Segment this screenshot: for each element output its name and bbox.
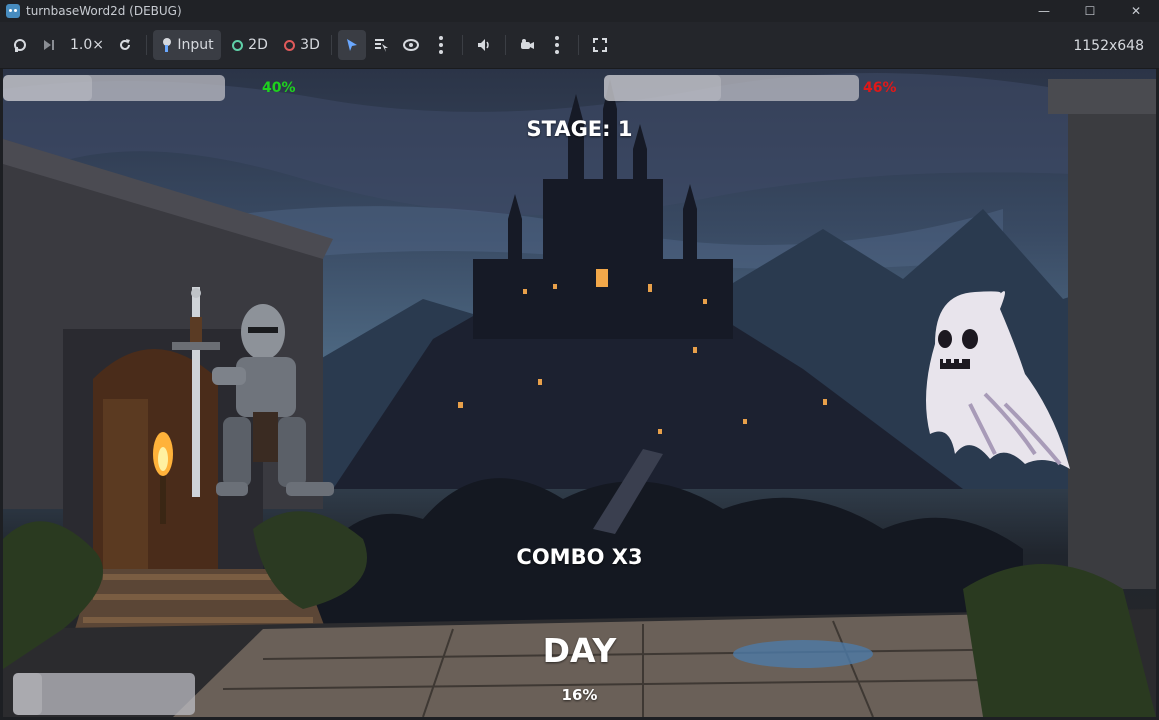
toolbar-separator	[331, 35, 332, 55]
kebab-menu-icon	[555, 36, 559, 54]
maximize-button[interactable]: ☐	[1067, 0, 1113, 22]
toolbar-separator	[578, 35, 579, 55]
kebab-menu-icon	[439, 36, 443, 54]
step-frame-button[interactable]	[34, 30, 64, 60]
window-title: turnbaseWord2d (DEBUG)	[26, 4, 182, 18]
mode-2d-icon	[232, 39, 244, 51]
step-frame-icon	[44, 40, 54, 50]
toolbar-separator	[462, 35, 463, 55]
combo-label: COMBO X3	[516, 545, 643, 569]
resolution-label: 1152x648	[1073, 37, 1144, 54]
mode-3d-label: 3D	[300, 37, 320, 53]
stage-label: STAGE: 1	[526, 117, 633, 141]
fullscreen-icon	[593, 38, 607, 52]
camera-icon	[521, 39, 534, 49]
enemy-health-bar	[604, 75, 859, 101]
knight-player-sprite	[172, 287, 334, 497]
reset-speed-icon	[120, 39, 130, 50]
remote-debug-icon	[14, 39, 26, 52]
minimize-button[interactable]: —	[1021, 0, 1067, 22]
select-tool-button[interactable]	[338, 30, 366, 60]
remote-debug-button[interactable]	[6, 30, 34, 60]
enemy-health-percent: 46%	[863, 80, 897, 96]
mute-button[interactable]	[469, 30, 499, 60]
mode-2d-label: 2D	[248, 37, 268, 53]
game-viewport[interactable]: 40% 46% STAGE: 1 COMBO X3 DAY 16%	[3, 69, 1156, 717]
window-titlebar: turnbaseWord2d (DEBUG) — ☐ ✕	[0, 0, 1159, 22]
options-menu-button[interactable]	[426, 30, 456, 60]
enemy-health-fill	[604, 75, 722, 101]
day-progress-bar	[13, 673, 195, 715]
input-label: Input	[177, 37, 214, 53]
player-health-bar	[3, 75, 225, 101]
camera-button[interactable]	[512, 30, 542, 60]
select-icon	[347, 39, 357, 51]
godot-app-icon	[6, 4, 20, 18]
mode-3d-button[interactable]: 3D	[279, 30, 325, 60]
list-icon	[375, 39, 388, 52]
input-toggle-button[interactable]: Input	[153, 30, 221, 60]
player-health-fill	[3, 75, 92, 101]
mode-3d-icon	[284, 39, 296, 51]
camera-eye-icon	[403, 39, 419, 51]
player-health-percent: 40%	[262, 80, 296, 96]
day-progress-fill	[13, 673, 43, 715]
ghost-enemy-sprite	[926, 291, 1070, 469]
game-toolbar: 1.0× Input 2D 3D 1152x648	[0, 22, 1159, 69]
camera-override-button[interactable]	[396, 30, 426, 60]
speed-button[interactable]: 1.0×	[64, 30, 110, 60]
window-controls: — ☐ ✕	[1021, 0, 1159, 22]
toolbar-separator	[505, 35, 506, 55]
camera-options-button[interactable]	[542, 30, 572, 60]
input-icon	[163, 38, 172, 52]
day-phase-label: DAY	[542, 631, 617, 670]
reset-speed-button[interactable]	[110, 30, 140, 60]
list-select-button[interactable]	[366, 30, 396, 60]
speaker-icon	[478, 39, 489, 51]
mode-2d-button[interactable]: 2D	[227, 30, 273, 60]
fullscreen-button[interactable]	[585, 30, 615, 60]
close-button[interactable]: ✕	[1113, 0, 1159, 22]
toolbar-separator	[146, 35, 147, 55]
